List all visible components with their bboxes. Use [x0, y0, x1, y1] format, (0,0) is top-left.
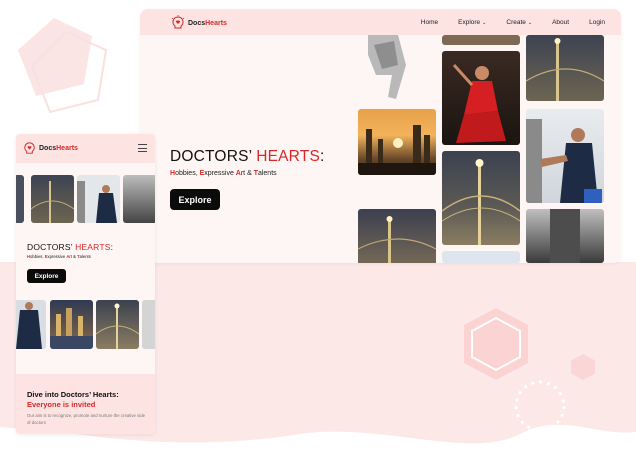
nav-item-home[interactable]: Home	[421, 19, 438, 26]
mobile-hero-title: DOCTORS’ HEARTS:	[27, 242, 113, 252]
mobile-intro-section: Dive into Doctors’ Hearts: Everyone is i…	[16, 374, 155, 434]
hero-title-part: DOCTORS’	[170, 148, 257, 165]
hero-title: DOCTORS’ HEARTS:	[170, 148, 325, 166]
brand-logo[interactable]: Docs Hearts	[170, 15, 227, 31]
photo-right-crop[interactable]	[142, 300, 155, 349]
hero-title-highlight: HEARTS	[75, 242, 111, 252]
nav-item-create[interactable]: Create ⌄	[506, 19, 532, 26]
bridge-lamp-photo-small[interactable]	[96, 300, 139, 349]
hexagon-decoration	[464, 308, 528, 380]
sculpture-photo[interactable]	[358, 35, 420, 101]
pentagon-decoration	[18, 18, 108, 114]
award-photo[interactable]	[77, 175, 120, 223]
bridge-photo[interactable]	[31, 175, 74, 223]
dotted-circle-decoration	[514, 380, 566, 432]
nav-label: Login	[589, 18, 605, 26]
nav-item-about[interactable]: About	[552, 19, 569, 26]
bulb-heart-icon	[24, 142, 35, 154]
bridge-cables-photo[interactable]	[526, 35, 604, 101]
hero-subtitle: Hobbies, Expressive Art & Talents	[170, 170, 277, 177]
bridge-tower-photo[interactable]	[526, 209, 604, 263]
nav-label: Create	[506, 18, 526, 26]
nav-label: Home	[420, 18, 439, 26]
intro-body: Our aim is to recognize, promote and nur…	[27, 413, 145, 425]
hero-title-highlight: HEARTS	[256, 148, 320, 165]
bridge-night-photo[interactable]	[358, 209, 436, 263]
hamburger-menu-icon[interactable]	[138, 144, 147, 152]
hero-title-colon: :	[320, 148, 325, 165]
nav-item-explore[interactable]: Explore ⌄	[458, 19, 486, 26]
chevron-down-icon: ⌄	[482, 19, 487, 26]
brand-logo[interactable]: Docs Hearts	[22, 141, 78, 156]
desktop-preview: Docs Hearts Home Explore ⌄ Create ⌄ About L…	[140, 9, 621, 263]
small-hexagon-decoration	[571, 354, 595, 380]
intro-heading: Dive into Doctors’ Hearts: Everyone is i…	[27, 390, 119, 409]
bulb-heart-icon	[171, 15, 185, 29]
brand-suffix: Hearts	[205, 19, 227, 27]
photo-left-crop[interactable]	[16, 175, 24, 223]
city-sunset-photo[interactable]	[358, 109, 436, 175]
nav-label: About	[552, 18, 570, 26]
subtitle-word: obbies,	[175, 170, 200, 177]
chevron-down-icon: ⌄	[527, 19, 533, 26]
desktop-navbar: Docs Hearts Home Explore ⌄ Create ⌄ About L…	[140, 9, 621, 35]
desktop-menu: Home Explore ⌄ Create ⌄ About Login	[421, 9, 605, 35]
hero-title-colon: :	[110, 242, 114, 252]
mobile-preview: Docs Hearts DOCTORS’ HEARTS: Hobbies, Exp…	[16, 134, 155, 434]
skyline-night-photo[interactable]	[50, 300, 93, 349]
intro-heading-line1: Dive into Doctors’ Hearts:	[27, 390, 119, 399]
award-photo-crop[interactable]	[16, 300, 46, 349]
brand-prefix: Docs	[188, 19, 206, 27]
tower-photo[interactable]	[123, 175, 155, 223]
dancer-photo[interactable]	[442, 51, 520, 145]
subtitle-word: alents	[257, 170, 277, 177]
nav-item-login[interactable]: Login	[589, 19, 605, 26]
bridge-lamp-photo[interactable]	[442, 151, 520, 245]
subtitle-word: rt &	[240, 170, 254, 177]
mobile-hero-subtitle: Hobbies, Expressive Art & Talents	[27, 254, 91, 259]
hero-title-part: DOCTORS’	[27, 242, 76, 252]
subtitle-word: alents	[79, 254, 91, 259]
photo-top-crop[interactable]	[442, 35, 520, 45]
nav-label: Explore	[458, 18, 481, 26]
subtitle-word: xpressive	[47, 254, 67, 259]
mobile-explore-button[interactable]: Explore	[27, 269, 66, 283]
subtitle-word: rt &	[69, 254, 78, 259]
brand-suffix: Hearts	[56, 145, 78, 152]
subtitle-word: xpressive	[204, 170, 236, 177]
brand-prefix: Docs	[39, 145, 57, 152]
award-handshake-photo[interactable]	[526, 109, 604, 203]
photo-bottom-crop[interactable]	[442, 251, 520, 263]
mobile-navbar: Docs Hearts	[16, 134, 155, 163]
intro-heading-line2: Everyone is invited	[27, 399, 96, 409]
subtitle-word: obbies,	[30, 254, 45, 259]
explore-button[interactable]: Explore	[170, 189, 220, 210]
